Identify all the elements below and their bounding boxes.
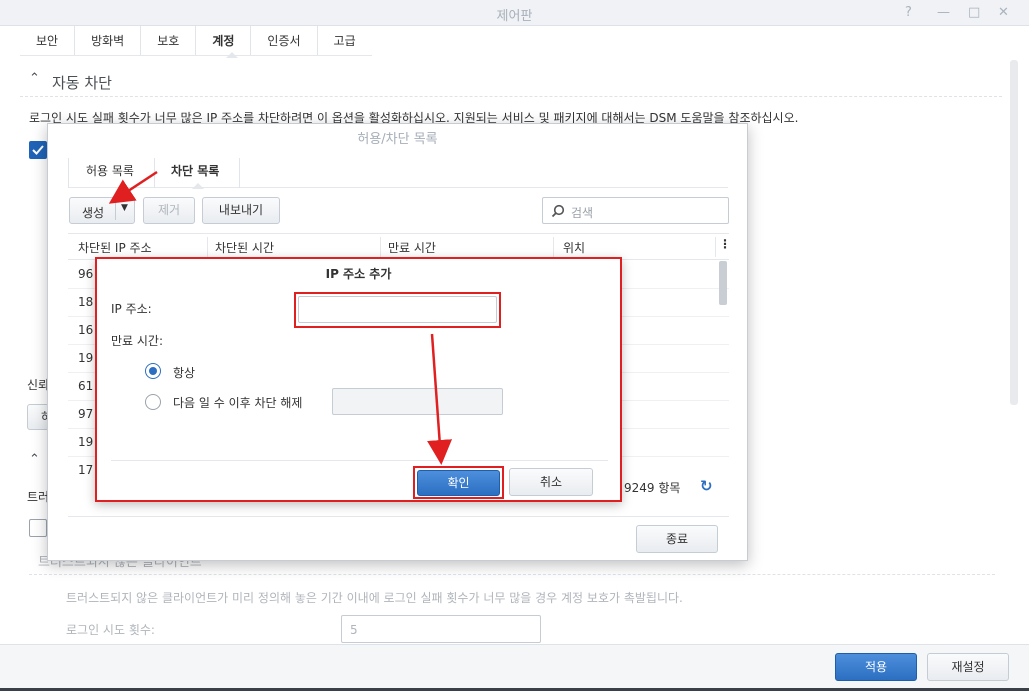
annotation-arrows	[108, 170, 453, 465]
arrow-to-ok	[427, 333, 453, 465]
arrow-to-create	[108, 170, 158, 204]
